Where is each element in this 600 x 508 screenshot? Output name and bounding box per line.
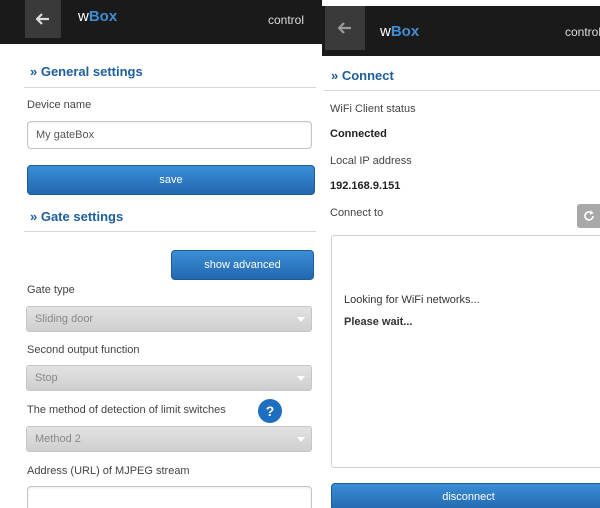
app-logo: wBox xyxy=(380,23,420,40)
refresh-icon xyxy=(583,210,594,221)
looking-text: Looking for WiFi networks... xyxy=(344,294,480,306)
limit-method-label: The method of detection of limit switche… xyxy=(27,404,226,416)
second-output-select[interactable]: Stop xyxy=(26,365,312,391)
gate-type-value: Sliding door xyxy=(35,313,94,325)
mjpeg-url-input[interactable] xyxy=(27,486,312,508)
save-button[interactable]: save xyxy=(27,165,315,195)
back-button[interactable] xyxy=(325,6,365,50)
back-arrow-icon xyxy=(338,22,351,34)
wifi-status-label: WiFi Client status xyxy=(330,103,416,115)
chevron-down-icon xyxy=(291,427,311,451)
help-icon[interactable]: ? xyxy=(258,399,282,423)
back-arrow-icon xyxy=(36,13,49,25)
gate-type-label: Gate type xyxy=(27,284,75,296)
divider xyxy=(24,231,316,232)
connect-to-label: Connect to xyxy=(330,207,384,219)
chevron-down-icon xyxy=(291,307,311,331)
app-logo: wBox xyxy=(78,8,118,25)
wait-text: Please wait... xyxy=(344,316,413,328)
top-bar: wBox control xyxy=(0,0,322,44)
mjpeg-label: Address (URL) of MJPEG stream xyxy=(27,465,190,477)
top-bar: wBox control xyxy=(322,6,600,56)
second-output-label: Second output function xyxy=(27,344,140,356)
control-link[interactable]: control xyxy=(565,25,600,39)
wifi-networks-list: Looking for WiFi networks... Please wait… xyxy=(331,235,600,468)
limit-method-value: Method 2 xyxy=(35,433,81,445)
local-ip-value: 192.168.9.151 xyxy=(330,180,401,192)
refresh-button[interactable] xyxy=(577,204,600,228)
connect-title: » Connect xyxy=(331,68,394,83)
gate-type-select[interactable]: Sliding door xyxy=(26,306,312,332)
divider xyxy=(324,90,600,91)
device-name-input[interactable] xyxy=(27,121,312,149)
device-name-label: Device name xyxy=(27,99,92,111)
control-link[interactable]: control xyxy=(268,13,304,27)
chevron-down-icon xyxy=(291,366,311,390)
second-output-value: Stop xyxy=(35,372,58,384)
back-button[interactable] xyxy=(25,0,61,38)
general-settings-panel: wBox control » General settings Device n… xyxy=(0,0,322,508)
limit-method-select[interactable]: Method 2 xyxy=(26,426,312,452)
connect-panel: wBox control » Connect WiFi Client statu… xyxy=(322,0,600,508)
disconnect-button[interactable]: disconnect xyxy=(331,483,600,508)
general-settings-title: » General settings xyxy=(30,64,143,79)
wifi-status-value: Connected xyxy=(330,128,387,140)
local-ip-label: Local IP address xyxy=(330,155,412,167)
show-advanced-button[interactable]: show advanced xyxy=(171,250,314,280)
gate-settings-title: » Gate settings xyxy=(30,209,124,224)
divider xyxy=(24,87,316,88)
